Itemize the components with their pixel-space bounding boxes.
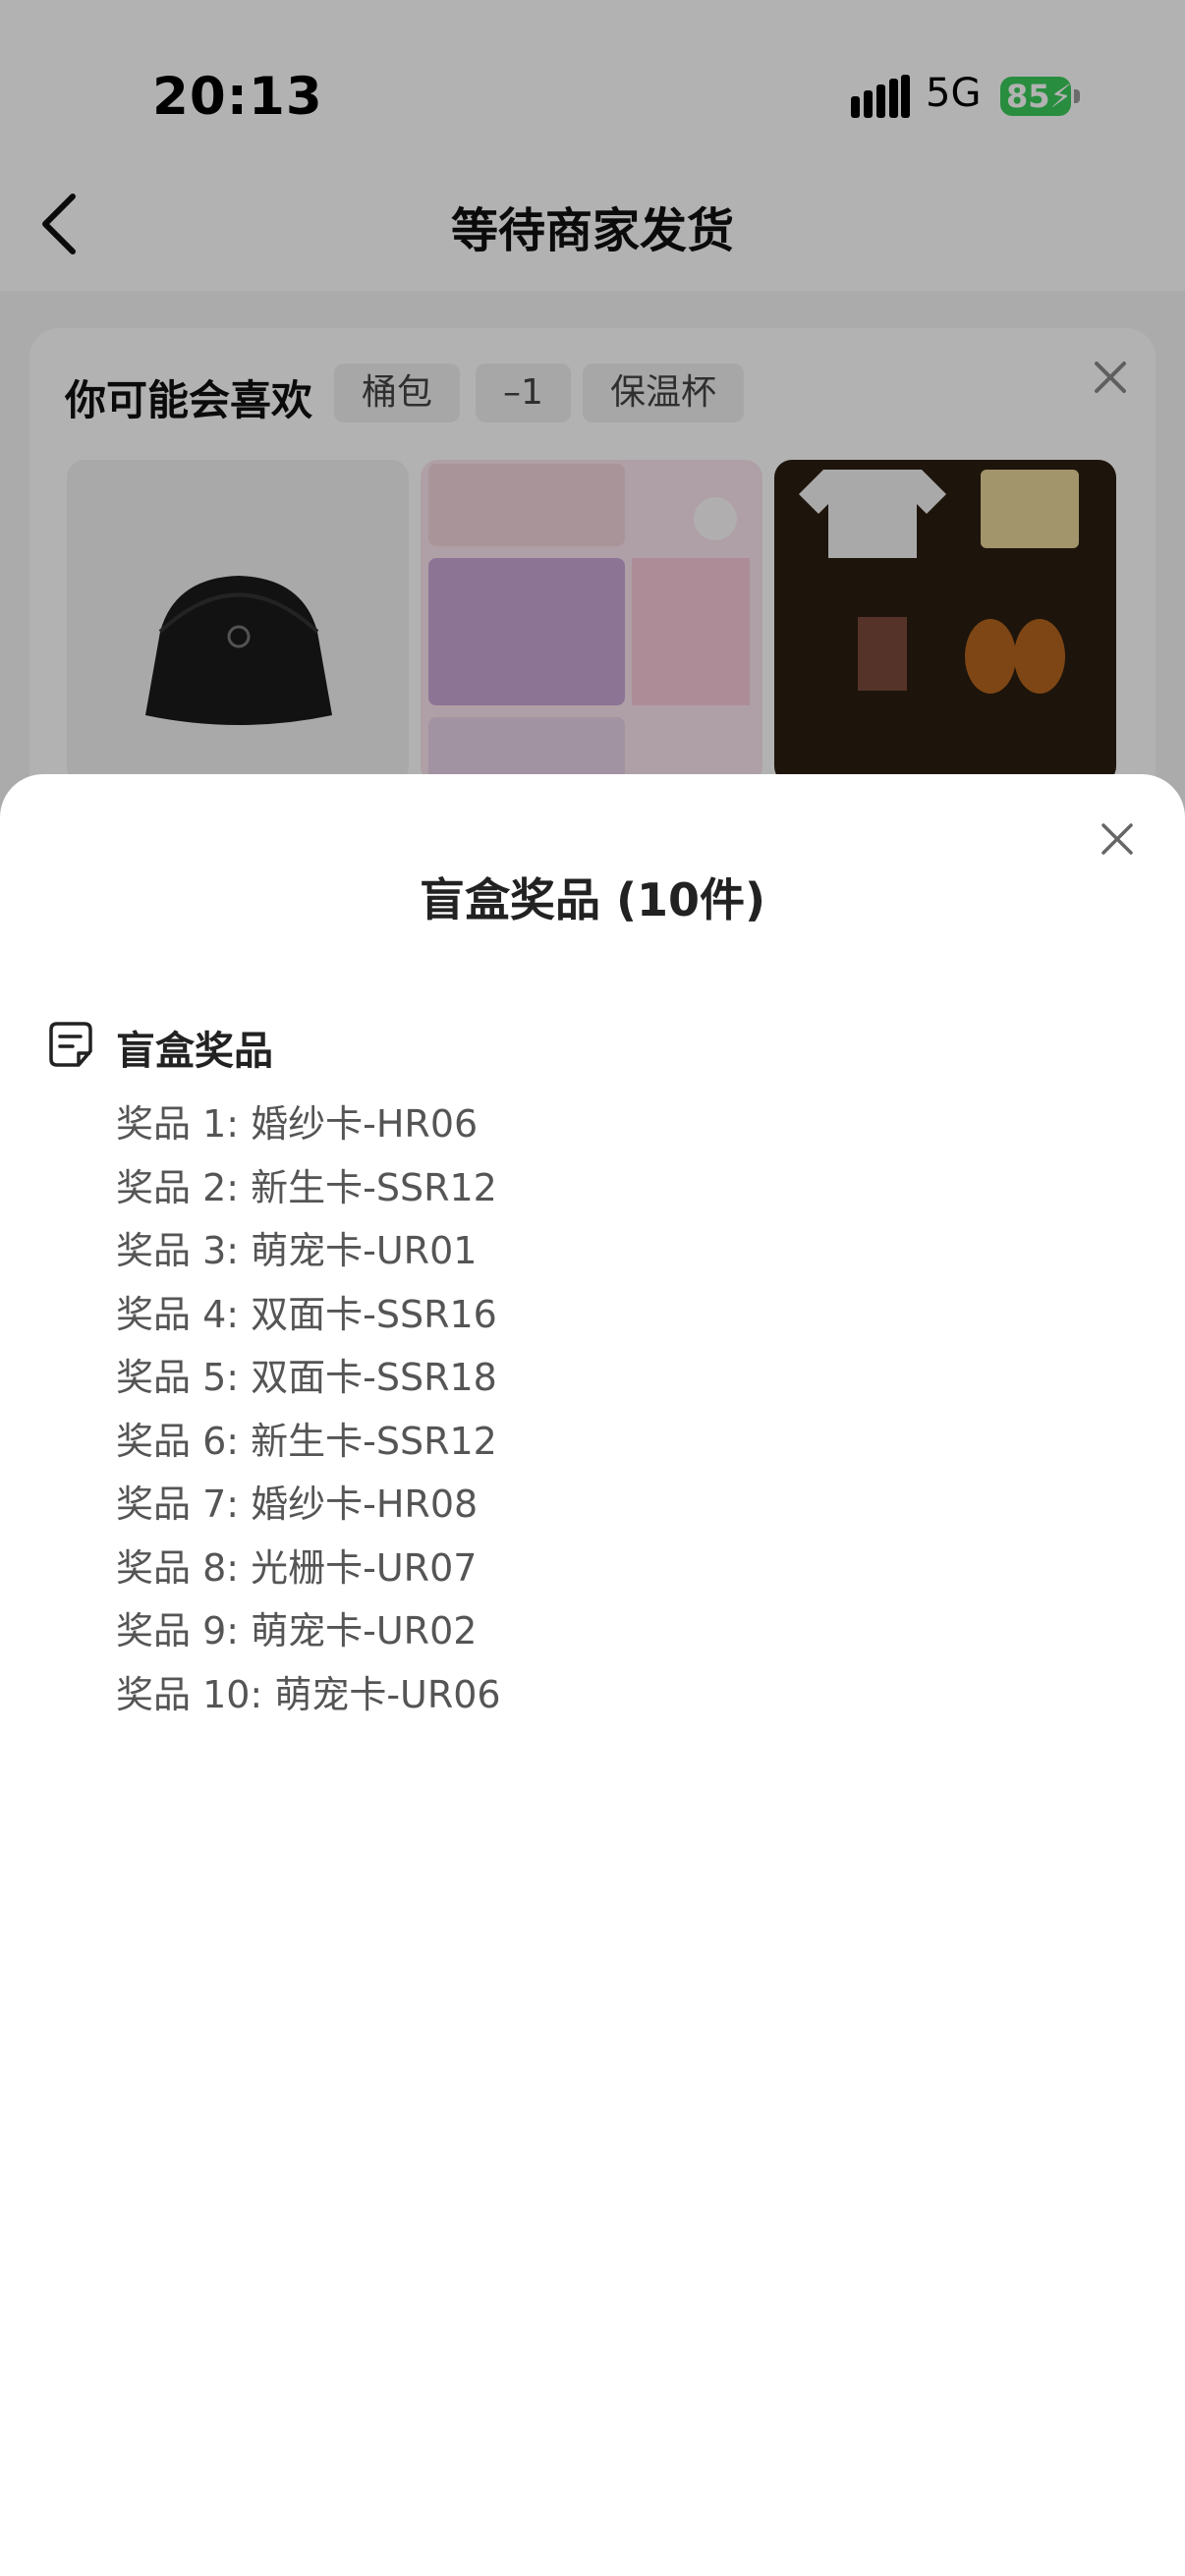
- prize-item: 奖品 7: 婚纱卡-HR08: [116, 1483, 479, 1526]
- prize-list: 奖品 1: 婚纱卡-HR06 奖品 2: 新生卡-SSR12 奖品 3: 萌宠卡…: [116, 1092, 501, 1726]
- prize-item: 奖品 9: 萌宠卡-UR02: [116, 1609, 478, 1652]
- close-icon[interactable]: [1098, 819, 1137, 859]
- prize-item: 奖品 4: 双面卡-SSR16: [116, 1292, 497, 1336]
- list-note-icon: [49, 1022, 92, 1067]
- sheet-title: 盲盒奖品 (10件): [419, 873, 766, 926]
- prize-item: 奖品 8: 光栅卡-UR07: [116, 1545, 478, 1590]
- prize-item: 奖品 2: 新生卡-SSR12: [116, 1165, 497, 1209]
- prize-item: 奖品 1: 婚纱卡-HR06: [116, 1102, 479, 1146]
- prize-item: 奖品 5: 双面卡-SSR18: [116, 1356, 497, 1399]
- section-title: 盲盒奖品: [116, 1029, 273, 1074]
- prize-item: 奖品 3: 萌宠卡-UR01: [116, 1229, 478, 1272]
- prize-item: 奖品 10: 萌宠卡-UR06: [116, 1672, 501, 1716]
- prize-item: 奖品 6: 新生卡-SSR12: [116, 1419, 497, 1463]
